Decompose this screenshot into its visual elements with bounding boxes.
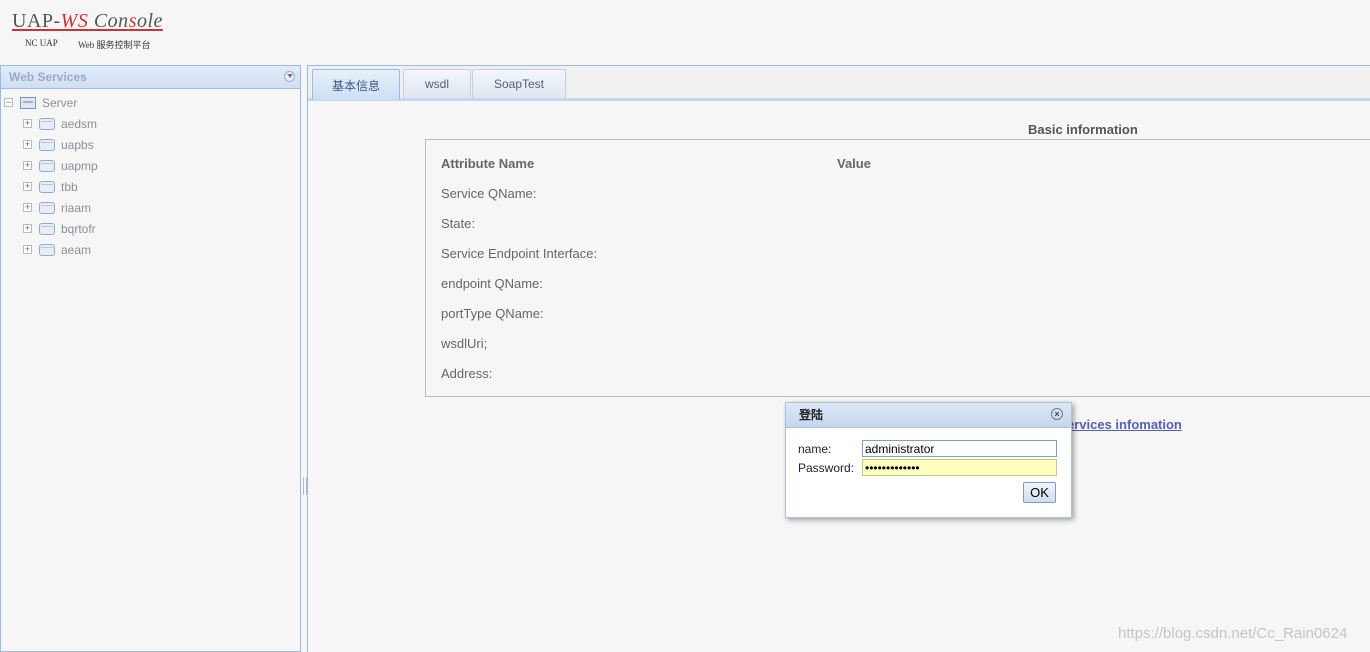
expand-node-icon[interactable]: + — [23, 203, 32, 212]
attribute-row: wsdlUri; — [441, 336, 488, 351]
ok-button[interactable]: OK — [1023, 482, 1056, 503]
tree-node-label: riaam — [61, 201, 92, 215]
attribute-row: portType QName: — [441, 306, 544, 321]
service-tree: − Server + aedsm + uapbs + uapmp + tbb +… — [1, 89, 300, 261]
tree-node-tbb[interactable]: + tbb — [1, 177, 300, 198]
tab-basic-info[interactable]: 基本信息 — [312, 69, 400, 100]
collapse-icon[interactable] — [284, 71, 295, 82]
attribute-row: endpoint QName: — [441, 276, 543, 291]
expand-node-icon[interactable]: + — [23, 119, 32, 128]
password-input[interactable] — [862, 459, 1057, 476]
basic-info-table: Attribute Name Value Service QName: Stat… — [425, 139, 1370, 397]
server-icon — [20, 97, 36, 109]
tree-node-label: uapmp — [61, 159, 98, 173]
tree-node-bqrtofr[interactable]: + bqrtofr — [1, 219, 300, 240]
tab-soaptest[interactable]: SoapTest — [472, 69, 566, 98]
watermark: https://blog.csdn.net/Cc_Rain0624 — [1118, 625, 1348, 642]
tree-node-riaam[interactable]: + riaam — [1, 198, 300, 219]
name-input[interactable] — [862, 440, 1057, 457]
panel-title: Web Services — [9, 70, 87, 84]
main-panel: 基本信息 wsdl SoapTest Basic information Att… — [307, 65, 1370, 652]
password-label: Password: — [798, 461, 855, 475]
login-dialog: 登陆 × name: Password: OK — [785, 402, 1072, 518]
tree-node-uapmp[interactable]: + uapmp — [1, 156, 300, 177]
expand-node-icon[interactable]: + — [23, 161, 32, 170]
services-information-link[interactable]: ervices infomation — [1067, 417, 1182, 432]
logo-subtitle-left: NC UAP — [25, 38, 58, 48]
database-icon — [39, 118, 55, 130]
tree-node-aedsm[interactable]: + aedsm — [1, 114, 300, 135]
expand-node-icon[interactable]: + — [23, 182, 32, 191]
collapse-node-icon[interactable]: − — [4, 98, 13, 107]
dialog-title: 登陆 — [799, 408, 824, 422]
attribute-row: Address: — [441, 366, 493, 381]
tree-node-label: bqrtofr — [61, 222, 96, 236]
tree-node-label: aedsm — [61, 117, 98, 131]
expand-node-icon[interactable]: + — [23, 140, 32, 149]
tab-strip: 基本信息 wsdl SoapTest — [308, 66, 1370, 101]
web-services-panel: Web Services − Server + aedsm + uapbs + … — [0, 65, 301, 652]
section-title: Basic information — [1028, 122, 1138, 137]
dialog-header: 登陆 × — [786, 403, 1071, 428]
expand-node-icon[interactable]: + — [23, 224, 32, 233]
database-icon — [39, 139, 55, 151]
tree-node-uapbs[interactable]: + uapbs — [1, 135, 300, 156]
column-header-value: Value — [837, 156, 871, 171]
tab-wsdl[interactable]: wsdl — [403, 69, 471, 98]
panel-header: Web Services — [1, 66, 300, 89]
database-icon — [39, 181, 55, 193]
database-icon — [39, 244, 55, 256]
tree-root-server[interactable]: − Server — [1, 93, 300, 114]
expand-node-icon[interactable]: + — [23, 245, 32, 254]
database-icon — [39, 223, 55, 235]
database-icon — [39, 160, 55, 172]
attribute-row: Service QName: — [441, 186, 537, 201]
attribute-row: Service Endpoint Interface: — [441, 246, 598, 261]
logo-title: UAP-WS Console — [12, 10, 163, 32]
tree-node-label: tbb — [61, 180, 78, 194]
close-icon[interactable]: × — [1051, 408, 1063, 420]
database-icon — [39, 202, 55, 214]
tree-node-aeam[interactable]: + aeam — [1, 240, 300, 261]
tree-node-label: aeam — [61, 243, 92, 257]
attribute-row: State: — [441, 216, 475, 231]
app-logo: UAP-WS Console NC UAP Web 服务控制平台 — [12, 10, 163, 50]
column-header-attribute: Attribute Name — [441, 156, 535, 171]
tree-node-label: Server — [42, 96, 78, 110]
tree-node-label: uapbs — [61, 138, 94, 152]
logo-subtitle-right: Web 服务控制平台 — [78, 40, 151, 50]
name-label: name: — [798, 442, 832, 456]
